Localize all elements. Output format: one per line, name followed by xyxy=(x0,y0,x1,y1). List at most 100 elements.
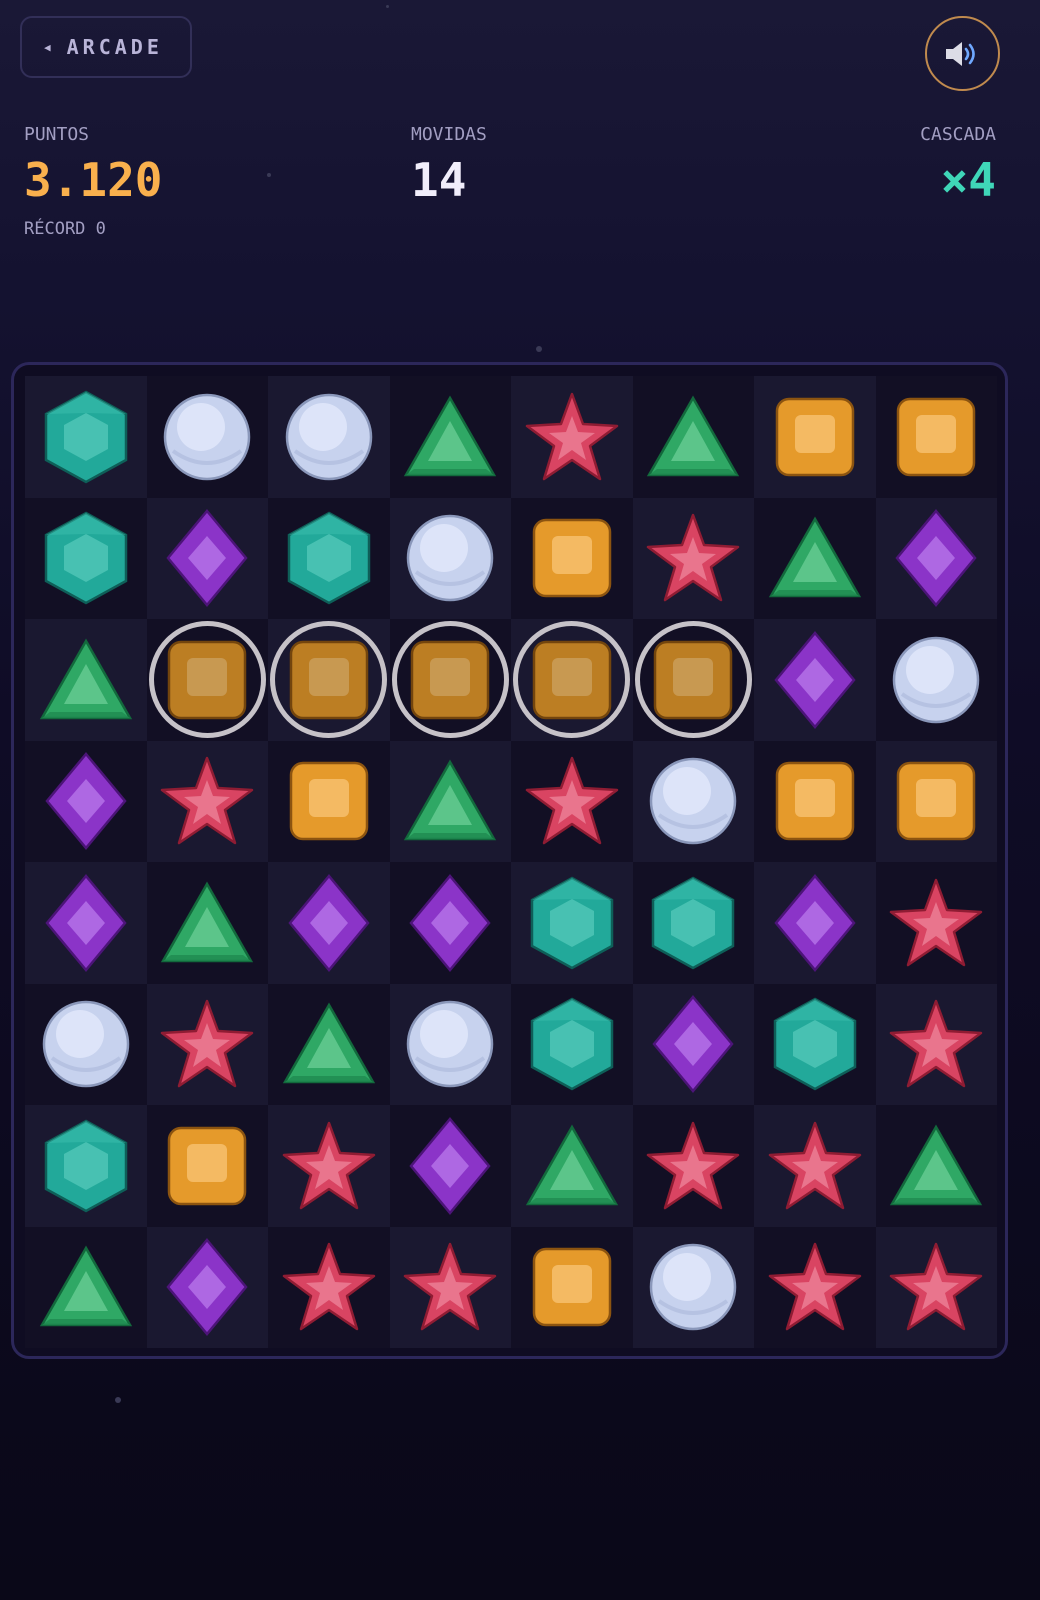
background-star xyxy=(386,5,389,8)
game-board xyxy=(11,362,1008,1359)
background-star xyxy=(267,173,271,177)
board-cell[interactable] xyxy=(25,376,147,498)
triangle-gem-icon xyxy=(282,1002,375,1084)
triangle-gem-icon xyxy=(525,1124,618,1205)
board-cell[interactable] xyxy=(146,1105,268,1227)
star-gem-icon xyxy=(525,757,618,845)
board-cell[interactable] xyxy=(632,740,754,862)
moves-label: MOVIDAS xyxy=(411,124,487,145)
square-gem-icon xyxy=(168,640,247,719)
board-cell[interactable] xyxy=(25,1226,147,1348)
board-cell[interactable] xyxy=(268,983,390,1105)
board-cell[interactable] xyxy=(511,862,633,984)
board-cell[interactable] xyxy=(268,740,390,862)
board-cell[interactable] xyxy=(389,1105,511,1227)
board-cell[interactable] xyxy=(25,740,147,862)
board-cell[interactable] xyxy=(875,1226,997,1348)
board-cell[interactable] xyxy=(268,497,390,619)
triangle-gem-icon xyxy=(890,1124,983,1205)
star-gem-icon xyxy=(890,878,983,966)
board-cell[interactable] xyxy=(268,619,390,741)
cascade-label: CASCADA xyxy=(920,124,996,145)
board-cell[interactable] xyxy=(632,1105,754,1227)
board-cell[interactable] xyxy=(389,497,511,619)
diamond-gem-icon xyxy=(895,509,977,608)
back-button-label: ARCADE xyxy=(66,35,163,59)
board-cell[interactable] xyxy=(268,1105,390,1227)
board-cell[interactable] xyxy=(875,619,997,741)
board-cell[interactable] xyxy=(146,619,268,741)
board-cell[interactable] xyxy=(146,376,268,498)
board-cell[interactable] xyxy=(632,1226,754,1348)
square-gem-icon xyxy=(168,1126,247,1205)
hexagon-gem-icon xyxy=(44,511,127,605)
diamond-gem-icon xyxy=(45,752,127,851)
board-cell[interactable] xyxy=(268,1226,390,1348)
triangle-gem-icon xyxy=(647,395,740,476)
board-cell[interactable] xyxy=(25,983,147,1105)
board-cell[interactable] xyxy=(511,497,633,619)
board-cell[interactable] xyxy=(389,619,511,741)
board-cell[interactable] xyxy=(146,983,268,1105)
board-cell[interactable] xyxy=(632,619,754,741)
square-gem-icon xyxy=(532,519,611,598)
board-cell[interactable] xyxy=(146,1226,268,1348)
orb-gem-icon xyxy=(285,393,372,480)
board-cell[interactable] xyxy=(268,862,390,984)
board-cell[interactable] xyxy=(389,983,511,1105)
board-cell[interactable] xyxy=(146,740,268,862)
board-cell[interactable] xyxy=(875,862,997,984)
speaker-icon xyxy=(945,41,975,66)
moves-value: 14 xyxy=(411,153,467,207)
hexagon-gem-icon xyxy=(773,997,856,1091)
board-cell[interactable] xyxy=(754,983,876,1105)
board-cell[interactable] xyxy=(632,862,754,984)
star-gem-icon xyxy=(768,1243,861,1331)
board-cell[interactable] xyxy=(754,862,876,984)
record-label: RÉCORD 0 xyxy=(24,219,106,239)
sound-toggle-button[interactable] xyxy=(925,16,1000,91)
board-cell[interactable] xyxy=(511,376,633,498)
board-cell[interactable] xyxy=(146,497,268,619)
board-cell[interactable] xyxy=(875,740,997,862)
board-cell[interactable] xyxy=(754,1226,876,1348)
board-cell[interactable] xyxy=(754,1105,876,1227)
hexagon-gem-icon xyxy=(530,876,613,970)
board-cell[interactable] xyxy=(511,740,633,862)
board-cell[interactable] xyxy=(754,497,876,619)
orb-gem-icon xyxy=(650,758,737,845)
hexagon-gem-icon xyxy=(44,390,127,484)
board-cell[interactable] xyxy=(389,376,511,498)
board-cell[interactable] xyxy=(25,619,147,741)
board-cell[interactable] xyxy=(25,497,147,619)
board-cell[interactable] xyxy=(511,1105,633,1227)
board-cell[interactable] xyxy=(632,497,754,619)
board-cell[interactable] xyxy=(511,619,633,741)
board-cell[interactable] xyxy=(754,376,876,498)
triangle-gem-icon xyxy=(768,516,861,598)
board-cell[interactable] xyxy=(146,862,268,984)
board-cell[interactable] xyxy=(875,983,997,1105)
board-cell[interactable] xyxy=(389,862,511,984)
board-cell[interactable] xyxy=(25,862,147,984)
triangle-gem-icon xyxy=(404,395,497,476)
board-cell[interactable] xyxy=(25,1105,147,1227)
orb-gem-icon xyxy=(893,636,980,723)
board-cell[interactable] xyxy=(875,497,997,619)
board-cell[interactable] xyxy=(511,1226,633,1348)
board-cell[interactable] xyxy=(875,376,997,498)
square-gem-icon xyxy=(775,397,854,476)
board-cell[interactable] xyxy=(632,376,754,498)
board-cell[interactable] xyxy=(632,983,754,1105)
board-cell[interactable] xyxy=(389,740,511,862)
star-gem-icon xyxy=(404,1243,497,1331)
board-cell[interactable] xyxy=(754,619,876,741)
board-cell[interactable] xyxy=(268,376,390,498)
board-cell[interactable] xyxy=(754,740,876,862)
orb-gem-icon xyxy=(164,393,251,480)
orb-gem-icon xyxy=(650,1244,737,1331)
board-cell[interactable] xyxy=(875,1105,997,1227)
board-cell[interactable] xyxy=(389,1226,511,1348)
board-cell[interactable] xyxy=(511,983,633,1105)
back-to-arcade-button[interactable]: ◀ ARCADE xyxy=(20,16,192,78)
